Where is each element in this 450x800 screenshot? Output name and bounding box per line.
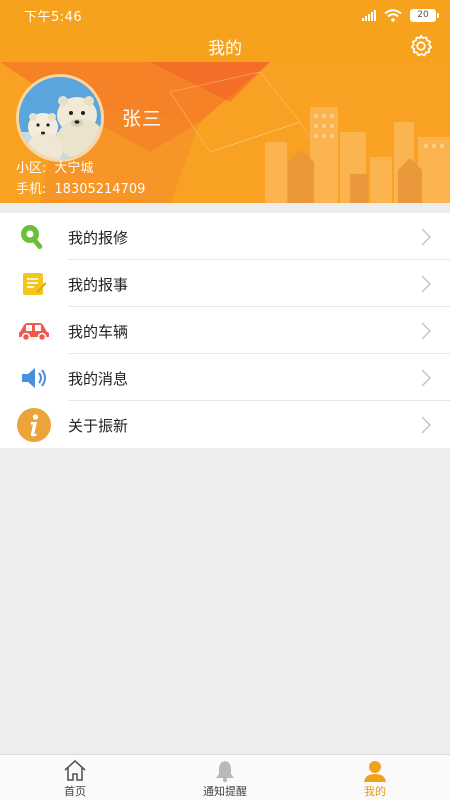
note-icon [16,266,52,302]
chevron-right-icon [421,322,432,340]
speaker-icon [16,360,52,396]
gear-icon[interactable] [408,33,434,59]
tab-bar: 首页 通知提醒 我的 [0,754,450,800]
info-icon [16,407,52,443]
menu-item-repair[interactable]: 我的报修 [0,213,450,260]
menu-item-label: 我的消息 [68,370,129,388]
menu-item-vehicle[interactable]: 我的车辆 [0,307,450,354]
chevron-right-icon [421,369,432,387]
wrench-icon [16,219,52,255]
tab-label: 我的 [364,785,386,798]
chevron-right-icon [421,228,432,246]
tab-notifications[interactable]: 通知提醒 [150,755,300,800]
status-bar: 下午5:46 20 [0,0,450,30]
status-time: 下午5:46 [24,9,83,25]
avatar[interactable] [16,74,104,162]
tab-profile[interactable]: 我的 [300,755,450,800]
wifi-icon [384,8,402,22]
signal-icon [362,9,376,21]
bell-icon [216,761,234,783]
profile-header: 张三 小区: 大宁城 手机: 18305214709 [0,62,450,203]
menu-item-about[interactable]: 关于振新 [0,401,450,448]
community-label: 小区: [16,161,47,176]
user-icon [364,761,386,782]
community-value: 大宁城 [54,161,94,176]
chevron-right-icon [421,275,432,293]
menu-item-label: 我的报修 [68,229,129,247]
menu-item-report[interactable]: 我的报事 [0,260,450,307]
phone-label: 手机: [16,182,47,197]
menu-item-label: 我的报事 [68,276,129,294]
page-title: 我的 [208,38,242,59]
car-icon [16,313,52,349]
home-icon [64,759,86,781]
title-bar: 我的 [0,30,450,62]
chevron-right-icon [421,416,432,434]
battery-icon: 20 [410,8,439,22]
phone-info: 手机: 18305214709 [16,178,145,197]
community-info: 小区: 大宁城 [16,157,93,176]
menu-item-messages[interactable]: 我的消息 [0,354,450,401]
tab-label: 通知提醒 [203,785,247,798]
tab-label: 首页 [64,785,86,798]
menu-item-label: 我的车辆 [68,323,129,341]
menu-list: 我的报修 我的报事 我的车辆 我的消息 关于振新 [0,213,450,448]
tab-home[interactable]: 首页 [0,755,150,800]
phone-value: 18305214709 [54,182,146,197]
user-name: 张三 [122,108,163,130]
menu-item-label: 关于振新 [68,417,129,435]
